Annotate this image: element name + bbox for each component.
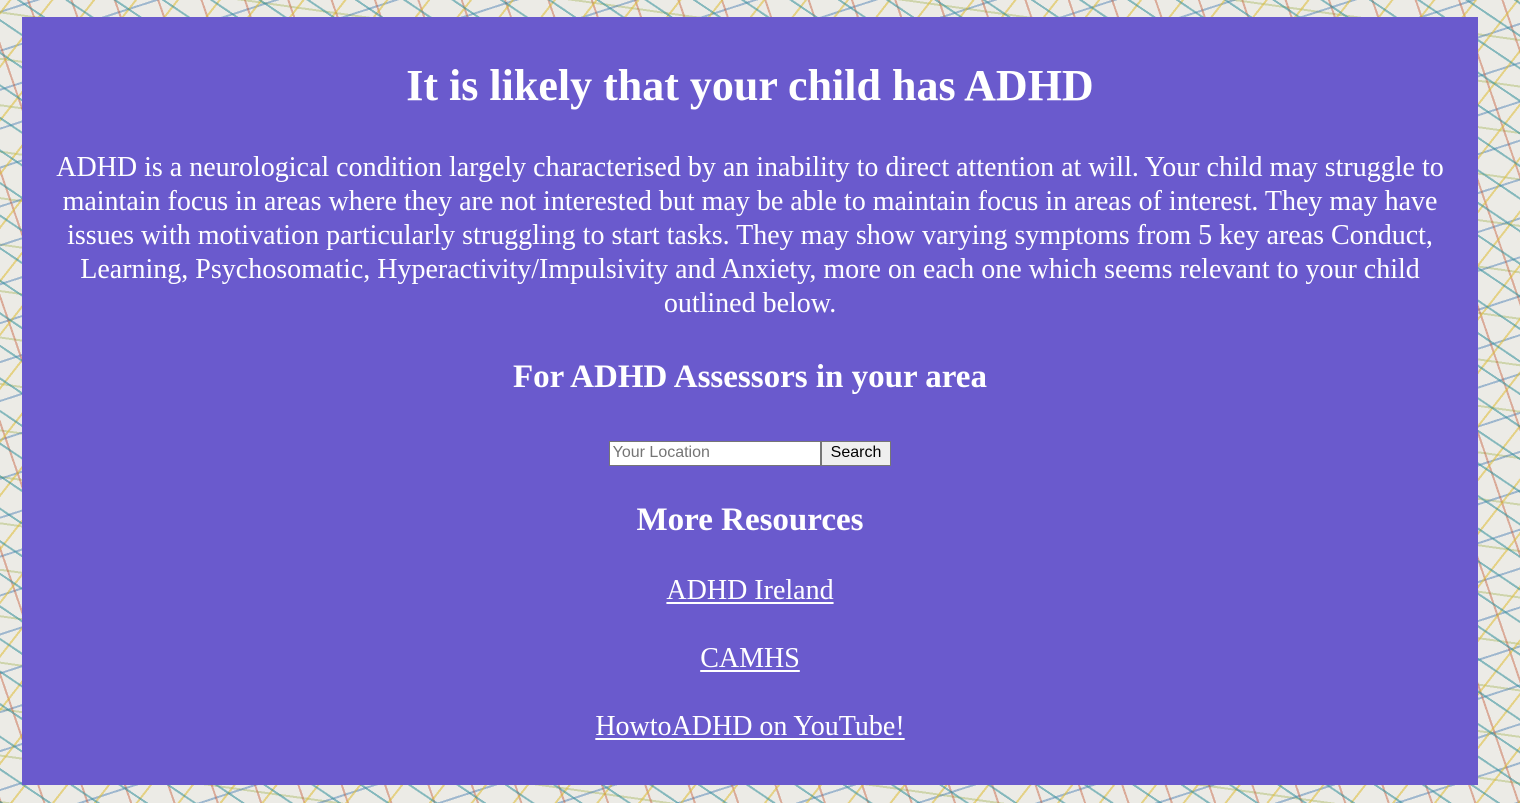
intro-paragraph: ADHD is a neurological condition largely… xyxy=(56,152,1444,319)
link-howtoadhd-youtube[interactable]: HowtoADHD on YouTube! xyxy=(595,710,904,744)
link-camhs[interactable]: CAMHS xyxy=(700,642,800,676)
location-input[interactable] xyxy=(608,440,821,466)
search-button[interactable]: Search xyxy=(820,440,892,466)
page-title: It is likely that your child has ADHD xyxy=(406,61,1094,110)
main-panel: It is likely that your child has ADHD AD… xyxy=(22,17,1478,785)
assessors-heading: For ADHD Assessors in your area xyxy=(513,359,987,395)
location-search-form: Search xyxy=(40,440,1460,466)
link-adhd-ireland[interactable]: ADHD Ireland xyxy=(666,574,833,608)
resource-links: ADHD Ireland CAMHS HowtoADHD on YouTube! xyxy=(40,574,1460,744)
resources-heading: More Resources xyxy=(636,502,864,538)
